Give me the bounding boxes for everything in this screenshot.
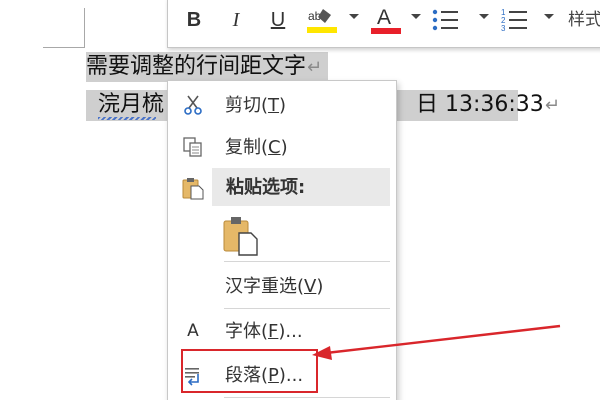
callout-arrow-icon bbox=[312, 324, 561, 360]
